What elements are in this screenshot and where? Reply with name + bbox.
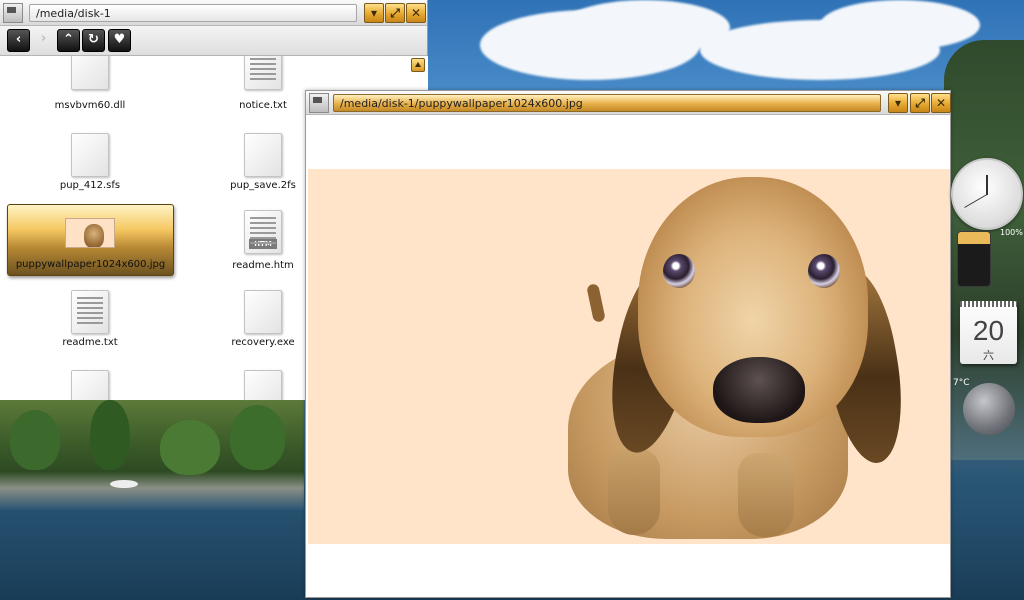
window-menu-icon[interactable]: [309, 93, 329, 113]
clock-hour-hand: [986, 175, 988, 195]
file-icon: [71, 370, 109, 400]
text-file-icon: [244, 56, 282, 90]
image-viewer-window: /media/disk-1/puppywallpaper1024x600.jpg…: [305, 90, 951, 598]
file-icon: [71, 133, 109, 177]
weather-icon[interactable]: [963, 383, 1015, 435]
html-file-icon: HTM: [244, 210, 282, 254]
back-button[interactable]: ‹: [7, 29, 30, 52]
tree: [160, 420, 220, 475]
window-menu-icon[interactable]: [3, 3, 23, 23]
puppy-leg: [608, 449, 660, 535]
clock-widget[interactable]: [951, 158, 1023, 230]
file-icon: [244, 133, 282, 177]
dropdown-icon: ▾: [894, 96, 902, 110]
file-item-selected[interactable]: puppywallpaper1024x600.jpg: [7, 204, 174, 276]
up-icon: ⌃: [63, 32, 74, 47]
location-field[interactable]: /media/disk-1: [29, 4, 357, 22]
cloud: [820, 0, 980, 50]
refresh-icon: ↻: [88, 32, 99, 47]
battery-icon[interactable]: [957, 231, 991, 287]
tree: [90, 400, 130, 470]
bookmark-button[interactable]: ♥: [108, 29, 131, 52]
file-icon: [244, 290, 282, 334]
file-name: pup_412.sfs: [59, 180, 121, 191]
htm-badge: HTM: [249, 239, 277, 249]
puppy-tail: [586, 283, 606, 323]
file-icon: [244, 370, 282, 400]
puppy-leg: [738, 453, 794, 537]
file-item[interactable]: [5, 368, 175, 400]
boat: [110, 480, 138, 488]
file-item[interactable]: readme.txt: [5, 288, 175, 364]
calendar-widget[interactable]: 20 六: [960, 301, 1017, 364]
file-manager-titlebar[interactable]: /media/disk-1 ▾ ⤢ ✕: [0, 0, 427, 26]
close-icon: ✕: [410, 6, 422, 20]
refresh-button[interactable]: ↻: [82, 29, 105, 52]
close-button[interactable]: ✕: [931, 93, 951, 113]
file-name: readme.txt: [62, 337, 118, 348]
maximize-button[interactable]: ⤢: [385, 3, 405, 23]
image-canvas[interactable]: [308, 169, 950, 544]
tree: [230, 405, 285, 470]
file-icon: [71, 56, 109, 90]
dropdown-icon: ▾: [370, 6, 378, 20]
calendar-rings: [960, 301, 1017, 307]
dropdown-button[interactable]: ▾: [364, 3, 384, 23]
forward-button[interactable]: ›: [32, 29, 55, 52]
image-path-field[interactable]: /media/disk-1/puppywallpaper1024x600.jpg: [333, 94, 881, 112]
calendar-weekday: 六: [983, 349, 994, 362]
shoreline: [0, 400, 304, 510]
file-name: msvbvm60.dll: [54, 100, 126, 111]
tree: [10, 410, 60, 470]
maximize-button[interactable]: ⤢: [910, 93, 930, 113]
scroll-up-button[interactable]: [411, 58, 425, 72]
forward-icon: ›: [40, 31, 47, 46]
image-thumbnail: [65, 218, 115, 248]
up-button[interactable]: ⌃: [57, 29, 80, 52]
navigation-toolbar: ‹ › ⌃ ↻ ♥: [0, 26, 427, 56]
calendar-day: 20: [972, 315, 1005, 346]
temperature-label: 7°C: [953, 378, 970, 388]
puppy-eye: [663, 254, 695, 288]
puppy-nose: [713, 357, 805, 423]
file-name: puppywallpaper1024x600.jpg: [15, 259, 166, 270]
image-viewer-titlebar[interactable]: /media/disk-1/puppywallpaper1024x600.jpg…: [306, 91, 951, 115]
maximize-icon: ⤢: [390, 6, 400, 20]
bookmark-heart-icon: ♥: [113, 32, 126, 47]
puppy-thumbnail-icon: [84, 224, 104, 247]
dropdown-button[interactable]: ▾: [888, 93, 908, 113]
clock-minute-hand: [964, 194, 988, 208]
close-icon: ✕: [935, 96, 947, 110]
back-icon: ‹: [15, 32, 22, 47]
battery-percent: 100%: [1000, 228, 1023, 237]
maximize-icon: ⤢: [915, 96, 925, 110]
close-button[interactable]: ✕: [406, 3, 426, 23]
file-item[interactable]: pup_412.sfs: [5, 130, 175, 206]
text-file-icon: [71, 290, 109, 334]
puppy-eye: [808, 254, 840, 288]
file-item[interactable]: msvbvm60.dll: [5, 56, 175, 126]
